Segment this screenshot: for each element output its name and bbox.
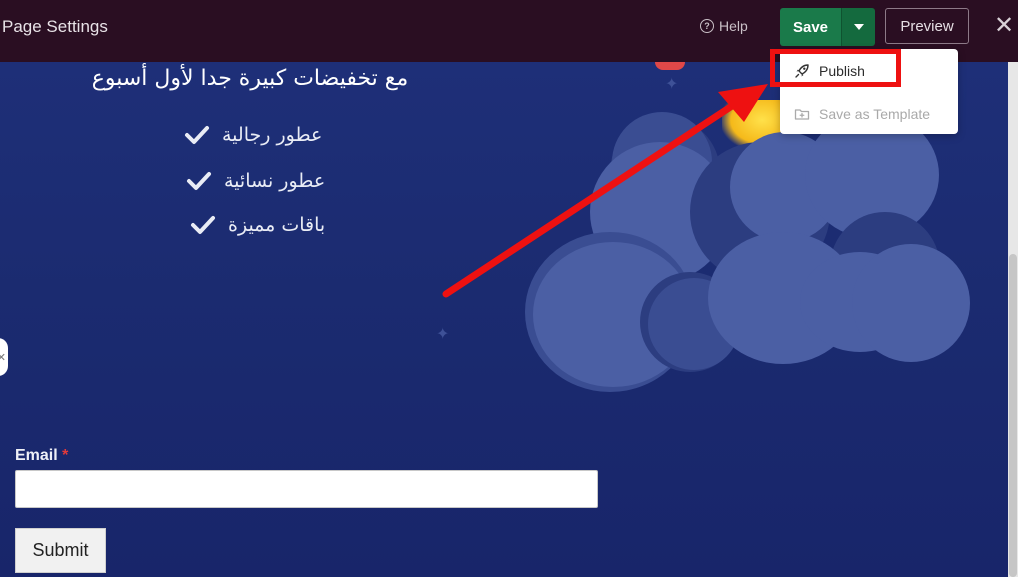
- publish-highlight-annotation: [770, 49, 901, 87]
- email-field[interactable]: [15, 470, 598, 508]
- check-icon: [187, 172, 211, 190]
- feature-label: عطور نسائية: [224, 170, 326, 192]
- save-options-button[interactable]: [841, 8, 875, 46]
- save-button[interactable]: Save: [780, 8, 841, 46]
- preview-button[interactable]: Preview: [885, 8, 969, 44]
- help-label: Help: [719, 18, 748, 34]
- collapse-handle[interactable]: ✕: [0, 338, 8, 376]
- menu-item-save-as-template[interactable]: Save as Template: [780, 99, 958, 129]
- required-mark: *: [62, 447, 69, 464]
- headline: مع تخفيضات كبيرة جدا لأول أسبوع: [91, 66, 409, 91]
- feature-item: عطور رجالية: [184, 124, 322, 146]
- chevron-down-icon: [853, 24, 864, 30]
- help-icon: ?: [700, 19, 714, 33]
- feature-label: باقات مميزة: [228, 214, 326, 236]
- folder-plus-icon: [794, 109, 810, 120]
- email-label-text: Email: [15, 447, 58, 464]
- rocket-illustration: [655, 62, 685, 70]
- submit-button[interactable]: Submit: [15, 528, 106, 573]
- save-button-group: Save: [780, 8, 875, 46]
- scrollbar-thumb[interactable]: [1009, 254, 1017, 577]
- check-icon: [185, 126, 209, 144]
- sparkle-icon: ✦: [665, 76, 679, 93]
- check-icon: [191, 216, 215, 234]
- feature-label: عطور رجالية: [222, 124, 323, 146]
- close-icon[interactable]: ✕: [994, 14, 1014, 38]
- cloud-illustration: [852, 244, 970, 362]
- menu-item-label: Save as Template: [819, 106, 931, 122]
- sparkle-icon: ✦: [436, 326, 450, 343]
- scrollbar[interactable]: [1008, 62, 1018, 577]
- feature-item: عطور نسائية: [186, 170, 325, 192]
- page-canvas: ✦ ✦ مع تخفيضات كبيرة جدا لأول أسبوع عطور…: [0, 62, 1018, 577]
- help-link[interactable]: ? Help: [700, 18, 748, 34]
- close-icon: ✕: [0, 351, 6, 364]
- feature-item: باقات مميزة: [190, 214, 325, 236]
- email-label: Email *: [15, 447, 68, 465]
- page-title[interactable]: Page Settings: [2, 17, 108, 37]
